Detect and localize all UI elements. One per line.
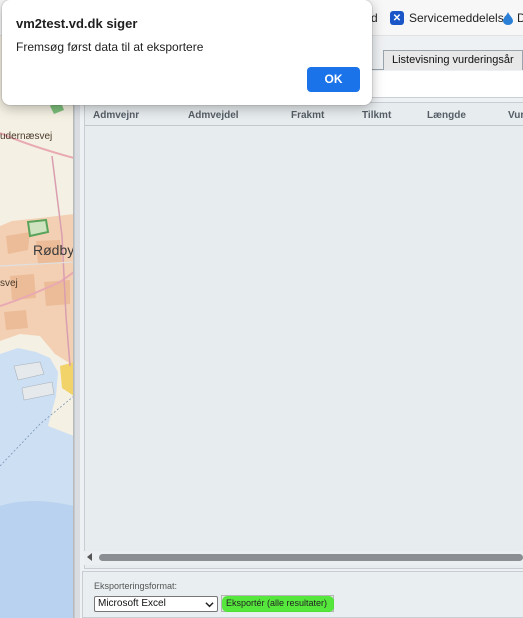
results-panel: Listevisning vurderingsår Admvejnr Admve…: [80, 36, 523, 618]
map-road-label: udernæsvej: [0, 131, 53, 142]
results-grid: Admvejnr Admvejdel Frakmt Tilkmt Længde …: [84, 102, 523, 569]
export-format-select[interactable]: Microsoft Excel: [94, 596, 218, 612]
bookmark-partial[interactable]: d: [371, 9, 378, 27]
export-format-value: Microsoft Excel: [98, 598, 166, 609]
map-road-label-2: svej: [0, 278, 18, 289]
export-section: Eksporteringsformat: Microsoft Excel Eks…: [82, 571, 523, 618]
grid-header: Admvejnr Admvejdel Frakmt Tilkmt Længde …: [85, 103, 523, 126]
horizontal-scrollbar[interactable]: [84, 551, 523, 565]
tab-listevisning-vurderingsaar[interactable]: Listevisning vurderingsår: [383, 50, 523, 70]
column-header-frakmt[interactable]: Frakmt: [291, 110, 324, 121]
ok-button[interactable]: OK: [307, 67, 360, 92]
column-header-vurd[interactable]: Vurd: [508, 110, 523, 121]
alert-dialog: vm2test.vd.dk siger Fremsøg først data t…: [2, 0, 372, 105]
bookmark-next[interactable]: D: [503, 9, 523, 27]
chevron-down-icon: [205, 602, 214, 608]
map-town-label: Rødby: [33, 242, 74, 258]
scroll-left-icon[interactable]: [87, 553, 92, 561]
bookmark-servicemeddelelse-label: Servicemeddelelse: [409, 11, 511, 25]
scrollbar-thumb[interactable]: [99, 554, 523, 561]
column-header-tilkmt[interactable]: Tilkmt: [362, 110, 391, 121]
dialog-title: vm2test.vd.dk siger: [16, 16, 138, 31]
map-view[interactable]: udernæsvej Rødby svej: [0, 36, 74, 618]
dialog-message: Fremsøg først data til at eksportere: [16, 40, 204, 54]
blue-x-icon: ✕: [390, 11, 404, 25]
export-format-label: Eksporteringsformat:: [94, 581, 178, 591]
bookmark-next-label: D: [517, 11, 523, 25]
export-all-button[interactable]: Eksportér (alle resultater): [221, 595, 334, 612]
column-header-laengde[interactable]: Længde: [427, 110, 466, 121]
droplet-icon: [503, 11, 513, 25]
column-header-admvejnr[interactable]: Admvejnr: [93, 110, 139, 121]
bookmark-servicemeddelelse[interactable]: ✕ Servicemeddelelse: [390, 9, 510, 27]
map-canvas[interactable]: [0, 36, 74, 618]
export-all-button-label: Eksportér (alle resultater): [226, 598, 328, 608]
column-header-admvejdel[interactable]: Admvejdel: [188, 110, 239, 121]
bookmark-partial-label: d: [371, 11, 378, 25]
